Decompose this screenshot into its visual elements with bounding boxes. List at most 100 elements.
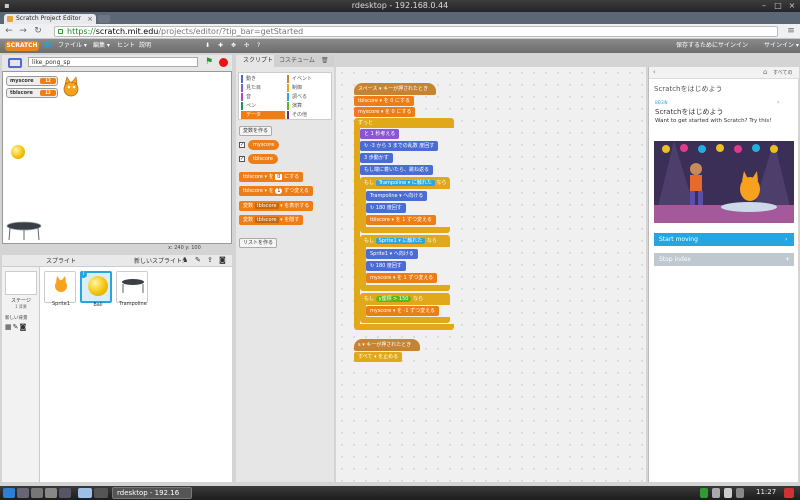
fullscreen-icon[interactable] [8,58,22,68]
category-looks[interactable]: 見た目 [241,84,261,92]
block-when-s-pressed[interactable]: s ▾ キーが押されたとき [354,339,420,351]
block-point-towards-sprite1[interactable]: Sprite1 ▾ へ向ける [366,249,418,259]
back-icon[interactable]: ← [4,26,14,36]
block-change-myscore[interactable]: myscore ▾ を 1 ずつ変える [366,273,438,283]
category-events[interactable]: イベント [287,75,312,83]
backdrop-tools-icon[interactable]: ▦✎◙ [5,323,27,331]
tips-home-icon[interactable]: ⌂ [763,68,767,76]
make-variable-button[interactable]: 変数を作る [239,126,273,136]
files-icon[interactable] [31,488,43,498]
block-set-myscore[interactable]: myscore ▾ を 0 にする [354,107,416,117]
info-icon[interactable]: i [80,271,87,278]
menu-about[interactable]: 説明 [139,39,151,53]
category-sensing[interactable]: 調べる [287,93,307,101]
desktop-icon[interactable] [17,488,29,498]
globe-icon[interactable]: 🌐 [44,39,51,53]
browser-launcher-icon[interactable] [59,488,71,498]
power-icon[interactable] [784,488,794,498]
menu-edit[interactable]: 編集 ▾ [93,39,110,53]
category-sound[interactable]: 音 [241,93,251,101]
block-turn-180[interactable]: ↻ 180 度回す [366,261,406,271]
shrink-icon[interactable]: ✣ [244,39,249,53]
tab-costumes[interactable]: コスチューム [274,55,320,67]
block-bounce[interactable]: もし端に着いたら、跳ね返る [360,165,434,175]
tab-scripts[interactable]: スクリプト [238,55,279,67]
tip-step-start-moving[interactable]: Start moving › [654,233,794,246]
tab-close-icon[interactable]: × [87,14,93,24]
block-input[interactable]: tblscore [254,203,279,209]
grow-icon[interactable]: ✥ [231,39,236,53]
block-change-myscore-negative[interactable]: myscore ▾ を -1 ずつ変える [366,306,439,316]
save-signin-link[interactable]: 保存するためにサインイン [676,39,748,53]
tips-back-icon[interactable]: ‹ [653,68,656,76]
block-change-variable[interactable]: tblscore ▾ を 1 ずつ変える [239,186,313,196]
signin-link[interactable]: サインイン ▾ [764,39,799,53]
new-tab-button[interactable] [98,15,110,23]
forward-icon[interactable]: → [18,26,28,36]
paint-brush-icon[interactable]: ✎ [195,256,201,264]
variable-monitor-tblscore[interactable]: tblscore 12 [6,88,58,98]
reporter-myscore[interactable]: myscore [248,140,280,150]
camera-icon[interactable]: ◙ [219,256,226,264]
block-change-tblscore[interactable]: tblscore ▾ を 1 ずつ変える [366,215,436,225]
scratch-logo[interactable]: SCRATCH [5,41,39,51]
sprite-thumb-sprite1[interactable]: Sprite1 [44,271,76,307]
ball-sprite[interactable] [11,145,25,159]
variable-monitor-myscore[interactable]: myscore 12 [6,76,58,86]
tips-arrow-icon[interactable]: › [777,99,779,106]
block-stop-all[interactable]: すべて ▾ を止める [354,352,403,362]
block-when-space-pressed[interactable]: スペース ▾ キーが押されたとき [354,83,436,95]
tray-network-icon[interactable] [700,488,708,498]
taskbar-window-rdesktop[interactable]: rdesktop - 192.16 [112,487,192,499]
category-operators[interactable]: 演算 [287,102,302,110]
project-name-input[interactable]: like_pong_sp [28,57,198,67]
workspace-2[interactable] [94,488,108,498]
sprite-thumb-ball[interactable]: i Ball [80,271,112,308]
block-point-towards-trampoline[interactable]: Trampoline ▾ へ向ける [366,191,428,201]
maximize-icon[interactable]: □ [774,2,782,10]
tray-volume-icon[interactable] [712,488,720,498]
block-show-variable[interactable]: 変数 tblscore ▾ を表示する [239,201,314,211]
make-list-button[interactable]: リストを作る [239,238,278,248]
block-think-for[interactable]: と 1 秒考える [360,129,400,139]
category-pen[interactable]: ペン [241,102,256,110]
touching-condition[interactable]: Sprite1 ▾ に触れた [375,238,426,244]
workspace-1[interactable] [78,488,92,498]
tray-battery-icon[interactable] [724,488,732,498]
sprite-thumb-trampoline[interactable]: Trampoline [116,271,148,307]
touching-condition[interactable]: Trampoline ▾ に触れた [375,180,435,186]
checkbox-tblscore[interactable]: ✓ [239,156,245,162]
category-more[interactable]: その他 [287,111,307,119]
menu-file[interactable]: ファイル ▾ [58,39,87,53]
reload-icon[interactable]: ↻ [33,26,43,36]
address-bar[interactable]: https://scratch.mit.edu/projects/editor/… [54,26,778,37]
block-input[interactable]: 0 [275,174,283,180]
menu-icon[interactable]: ≡ [786,26,796,36]
window-menu-icon[interactable]: ▪ [3,2,11,10]
block-input[interactable]: 1 [275,188,283,194]
checkbox-myscore[interactable]: ✓ [239,142,245,148]
duplicate-icon[interactable]: ⬇ [205,39,210,53]
block-input[interactable]: tblscore [254,217,279,223]
help-icon[interactable]: ? [257,39,260,53]
upload-icon[interactable]: ⇪ [207,256,213,264]
delete-icon[interactable]: ✚ [218,39,223,53]
trash-icon[interactable]: 🗑 [316,55,334,67]
terminal-icon[interactable] [45,488,57,498]
tip-step-stop-index[interactable]: Stop index + [654,253,794,266]
browser-tab[interactable]: Scratch Project Editor × [4,14,96,24]
block-set-variable[interactable]: tblscore ▾ を 0 にする [239,172,304,182]
trampoline-sprite[interactable] [5,220,43,242]
cat-sprite[interactable] [61,76,81,98]
tips-all-link[interactable]: すべての [773,69,792,76]
menu-hints[interactable]: ヒント [117,39,135,53]
stage-canvas[interactable]: myscore 12 tblscore 12 [2,71,232,244]
block-turn-random[interactable]: ↻ -3 から 3 までの乱数 度回す [360,141,439,151]
block-set-tblscore[interactable]: tblscore ▾ を 0 にする [354,96,415,106]
start-menu-icon[interactable] [3,488,15,498]
close-icon[interactable]: × [788,2,796,10]
stop-icon[interactable] [219,58,228,67]
category-control[interactable]: 制御 [287,84,302,92]
scripts-area[interactable]: スペース ▾ キーが押されたとき tblscore ▾ を 0 にする mysc… [336,67,646,482]
minimize-icon[interactable]: – [760,2,768,10]
